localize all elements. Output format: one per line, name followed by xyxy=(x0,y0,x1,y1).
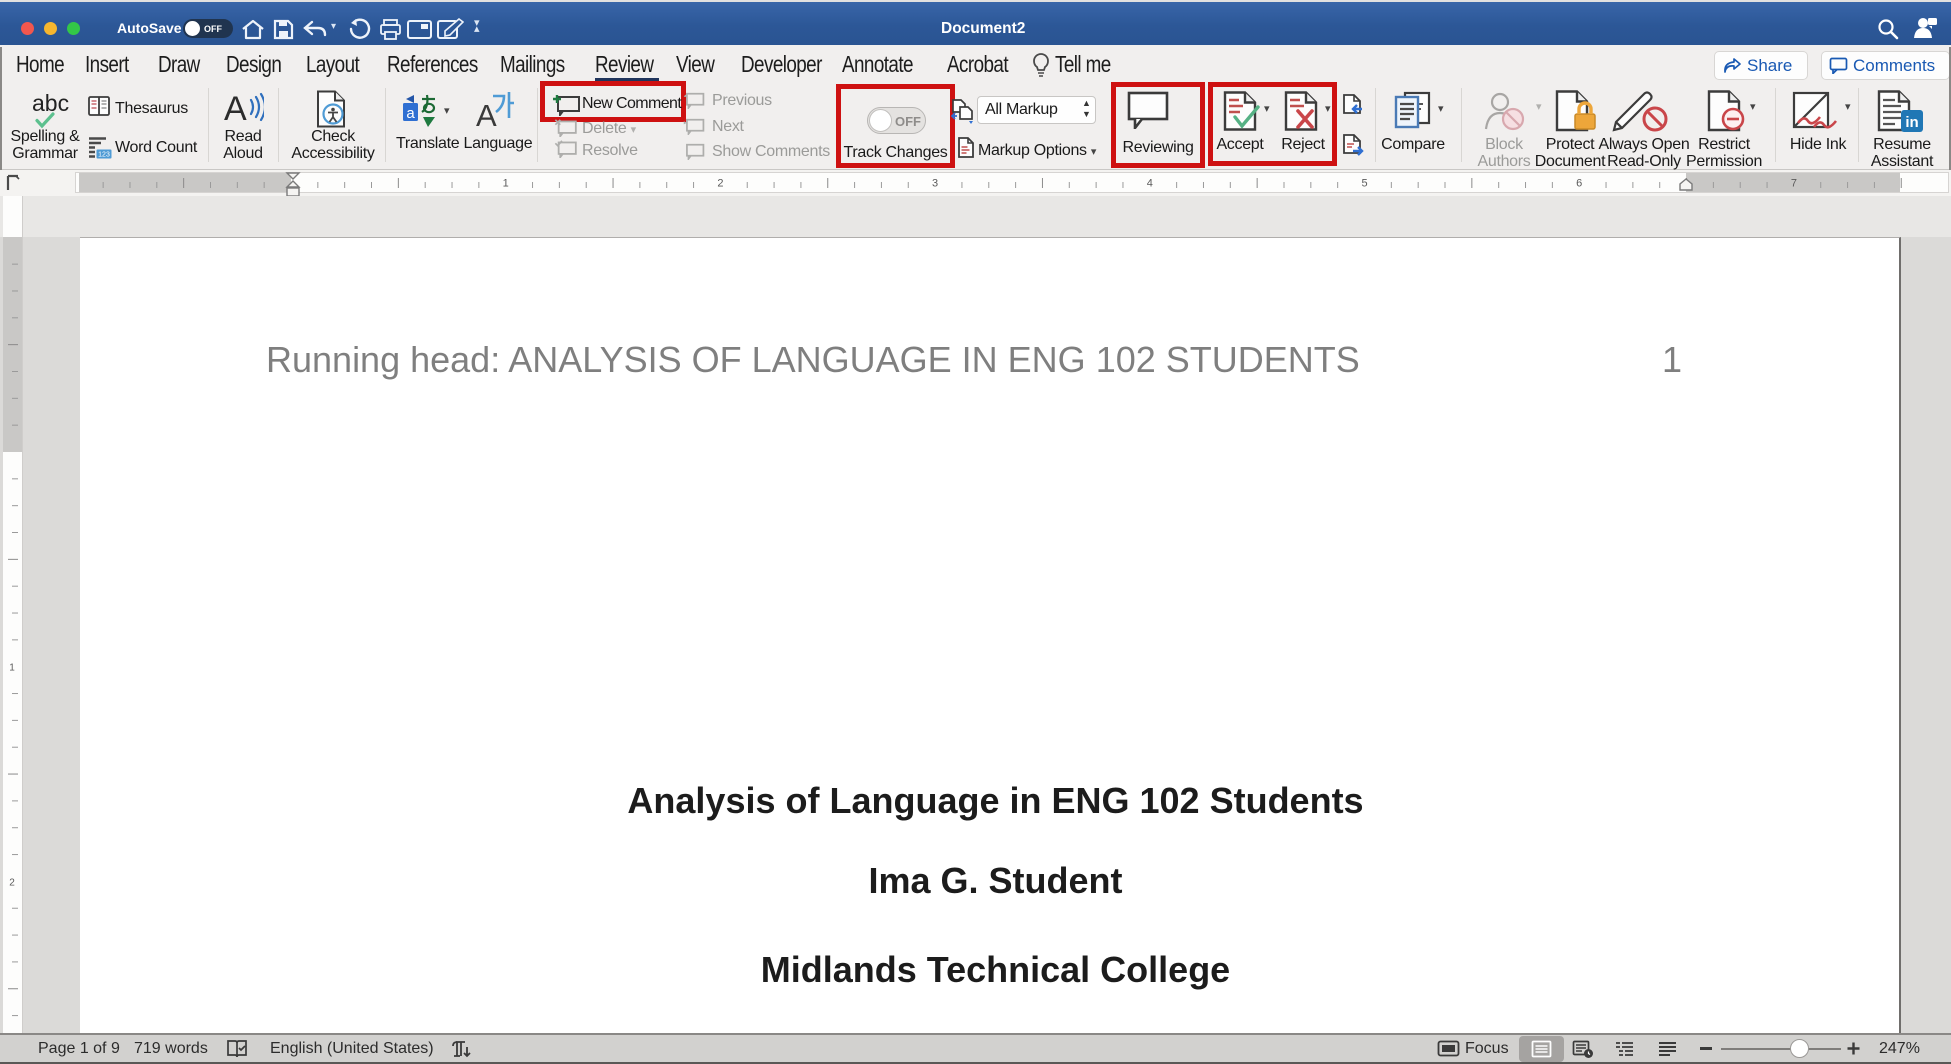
svg-text:3: 3 xyxy=(932,178,938,190)
svg-text:5: 5 xyxy=(1361,178,1367,190)
svg-text:A: A xyxy=(476,98,497,130)
svg-text:6: 6 xyxy=(1576,178,1582,190)
svg-text:2: 2 xyxy=(9,877,15,888)
svg-text:7: 7 xyxy=(1791,178,1797,190)
svg-text:1: 1 xyxy=(9,663,15,674)
svg-text:A: A xyxy=(224,90,247,124)
svg-text:2: 2 xyxy=(717,178,723,190)
svg-text:4: 4 xyxy=(1147,178,1153,190)
svg-text:1: 1 xyxy=(503,178,509,190)
svg-text:123: 123 xyxy=(98,152,110,159)
svg-text:a: a xyxy=(406,105,415,122)
svg-text:in: in xyxy=(1905,114,1918,131)
